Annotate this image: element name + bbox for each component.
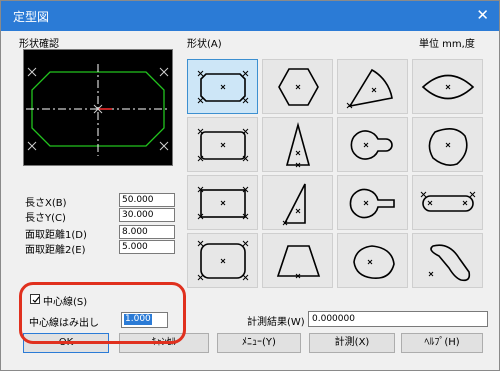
shape-slot[interactable] <box>412 175 483 230</box>
right-triangle-icon <box>282 183 306 226</box>
shape-lens[interactable] <box>412 59 483 114</box>
teardrop-icon <box>353 245 395 280</box>
length-x-input[interactable]: 50.000 <box>119 193 175 207</box>
chamfered-rectangle-icon <box>197 70 249 104</box>
chamfer-1-label: 面取距離1(D) <box>25 230 87 241</box>
isosceles-triangle-icon <box>285 121 311 168</box>
measure-result-field: 0.000000 <box>308 311 488 327</box>
teikeizu-dialog: 定型図 ✕ 形状確認 形状(A) 単位 mm,度 長さX(B) 50.000 長… <box>0 0 500 371</box>
shape-preview <box>23 49 173 166</box>
title-bar: 定型図 ✕ <box>1 1 499 31</box>
length-y-input[interactable]: 30.000 <box>119 208 175 222</box>
rounded-corner-rectangle-icon <box>197 240 249 281</box>
preview-drawing <box>26 64 170 156</box>
hexagon-icon <box>278 68 319 106</box>
length-x-label: 長さX(B) <box>25 198 67 209</box>
shape-egg[interactable] <box>412 117 483 172</box>
circle-with-stem-icon <box>349 188 395 219</box>
overhang-input[interactable]: 1.000 <box>121 312 168 328</box>
measure-result-label: 計測結果(W) <box>247 317 305 328</box>
ok-button[interactable]: OK <box>23 333 109 353</box>
shape-sector[interactable] <box>337 59 408 114</box>
shape-kidney[interactable] <box>412 233 483 288</box>
units-label: 単位 mm,度 <box>419 39 475 50</box>
shape-rectangle[interactable] <box>187 175 258 230</box>
rectangle-icon <box>197 186 249 220</box>
chamfer-2-input[interactable]: 5.000 <box>119 240 175 254</box>
length-y-label: 長さY(C) <box>25 213 66 224</box>
checkmark-icon <box>32 296 40 303</box>
window-title: 定型図 <box>13 10 50 24</box>
lens-icon <box>421 74 475 100</box>
circle-with-tab-icon <box>350 130 393 160</box>
menu-button[interactable]: ﾒﾆｭｰ(Y) <box>217 333 301 353</box>
trapezoid-icon <box>276 245 321 279</box>
shape-circle-with-tab[interactable] <box>337 117 408 172</box>
shape-hexagon[interactable] <box>262 59 333 114</box>
help-button[interactable]: ﾍﾙﾌﾟ(H) <box>401 333 483 353</box>
sector-icon <box>346 68 393 109</box>
shape-rounded-rectangle[interactable] <box>187 117 258 172</box>
cancel-button[interactable]: ｷｬﾝｾﾙ <box>119 333 209 353</box>
overhang-label: 中心線はみ出し <box>29 318 99 329</box>
close-icon[interactable]: ✕ <box>476 6 489 24</box>
measure-button[interactable]: 計測(X) <box>309 333 395 353</box>
shape-rounded-corner-rectangle[interactable] <box>187 233 258 288</box>
slot-icon <box>420 191 476 212</box>
egg-icon <box>428 128 468 166</box>
shape-teardrop[interactable] <box>337 233 408 288</box>
chamfer-1-input[interactable]: 8.000 <box>119 225 175 239</box>
shape-right-triangle[interactable] <box>262 175 333 230</box>
shape-circle-with-stem[interactable] <box>337 175 408 230</box>
shape-label: 形状(A) <box>187 39 222 50</box>
chamfer-2-label: 面取距離2(E) <box>25 245 86 256</box>
rounded-rectangle-icon <box>197 128 249 162</box>
centerline-checkbox[interactable] <box>30 294 40 304</box>
shape-grid <box>187 59 483 288</box>
shape-trapezoid[interactable] <box>262 233 333 288</box>
shape-isosceles-triangle[interactable] <box>262 117 333 172</box>
centerline-label: 中心線(S) <box>43 297 88 308</box>
kidney-icon <box>428 244 471 282</box>
shape-chamfered-rectangle[interactable] <box>187 59 258 114</box>
overhang-value: 1.000 <box>124 314 152 325</box>
preview-label: 形状確認 <box>19 39 59 50</box>
